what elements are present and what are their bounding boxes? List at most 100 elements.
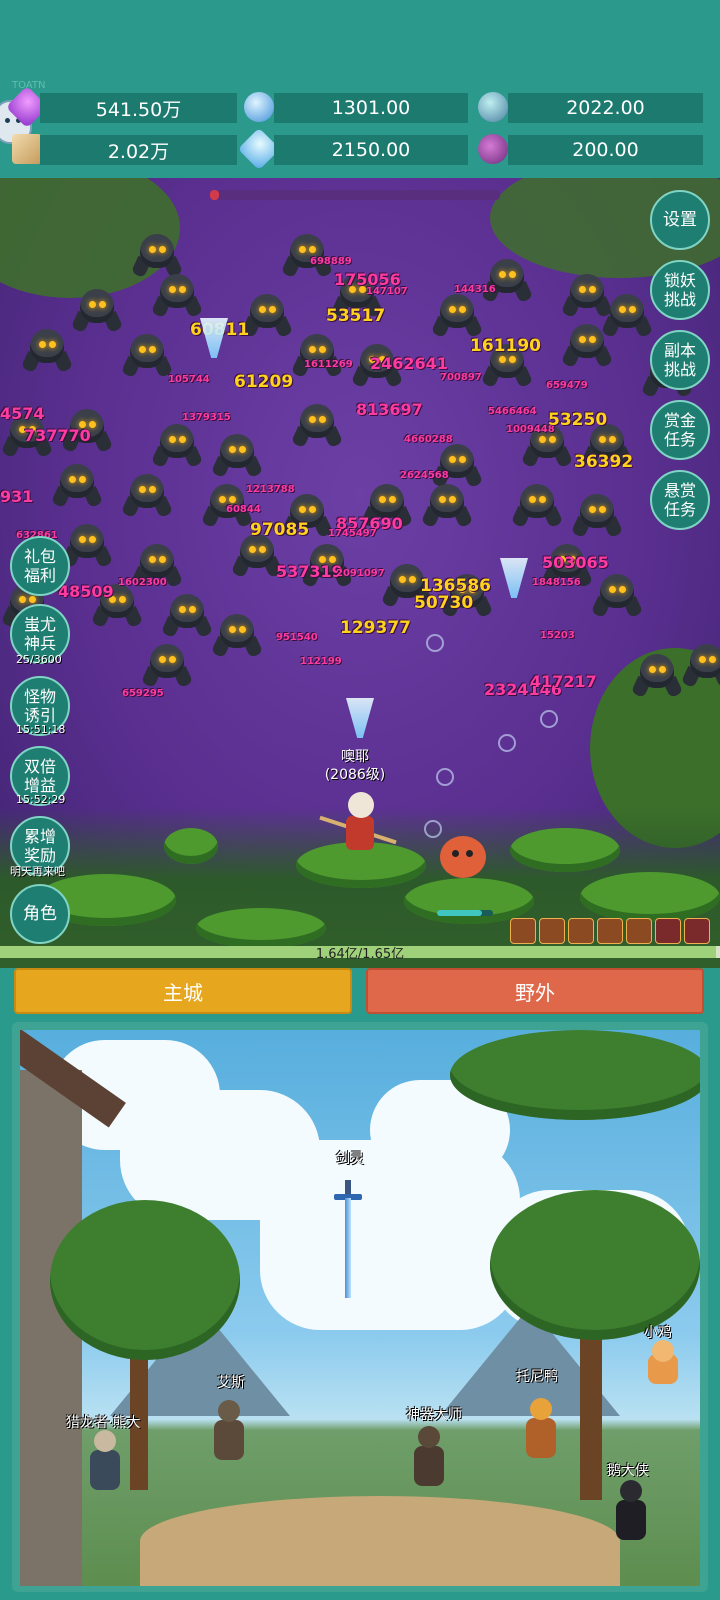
monster-body: [130, 474, 164, 508]
skill-icon[interactable]: [684, 918, 710, 944]
damage-number: 1611269: [304, 359, 353, 370]
npc-ais[interactable]: [208, 1400, 248, 1466]
double-gain-timer: 15:52:29: [16, 793, 66, 806]
battle-field[interactable]: 6988891750561471071443165351760811246264…: [0, 178, 720, 968]
damage-number: 931: [0, 487, 34, 506]
damage-number: 97085: [250, 520, 310, 540]
monster-eye: [409, 576, 416, 583]
npc-chick[interactable]: [642, 1340, 678, 1386]
character-button[interactable]: 角色: [10, 884, 70, 944]
damage-number: 50730: [414, 593, 474, 613]
monster-eye: [189, 606, 196, 613]
damage-number: 129377: [340, 618, 411, 638]
player-hp-text: 1.64亿/1.65亿: [315, 947, 405, 962]
town-panel: [12, 1022, 708, 1592]
skill-icon[interactable]: [655, 918, 681, 944]
cloud: [260, 1140, 520, 1330]
resource-gem-value: 541.50万: [40, 93, 237, 123]
skeleton-spider-monster: [70, 283, 124, 335]
npc-head: [530, 1398, 552, 1420]
sword-blade: [345, 1198, 351, 1298]
monster-eye: [509, 356, 516, 363]
damage-number: 700897: [440, 372, 482, 383]
monster-eye: [269, 306, 276, 313]
monster-eye: [379, 496, 386, 503]
npc-artifact-master[interactable]: [408, 1426, 448, 1492]
tab-wild[interactable]: 野外: [366, 968, 704, 1014]
monster-eye: [439, 496, 446, 503]
pet-energy-fill: [437, 910, 482, 916]
monster-eye: [449, 456, 456, 463]
monster-body: [430, 484, 464, 518]
hero-level: (2086级): [324, 767, 386, 783]
monster-eye: [539, 496, 546, 503]
npc-dragon-hunter[interactable]: [84, 1430, 124, 1496]
cumulative-reward-note: 明天再来吧: [10, 865, 65, 878]
monster-body: [300, 404, 334, 438]
monster-body: [30, 329, 64, 363]
sword-spirit-npc[interactable]: [334, 1180, 362, 1300]
tab-wild-label: 野外: [515, 980, 555, 1005]
tab-main-city[interactable]: 主城: [14, 968, 352, 1014]
skeleton-spider-monster: [140, 638, 194, 690]
bounty-gold-task-button[interactable]: 赏金 任务: [650, 400, 710, 460]
monster-body: [570, 324, 604, 358]
npc-goose-hero[interactable]: [610, 1480, 650, 1546]
skill-icon[interactable]: [626, 918, 652, 944]
damage-number: 659479: [546, 380, 588, 391]
monster-eye: [179, 286, 186, 293]
npc-tony-duck[interactable]: [520, 1398, 560, 1464]
monster-body: [440, 294, 474, 328]
monster-eye: [649, 666, 656, 673]
monster-eye: [239, 446, 246, 453]
monster-eye: [39, 341, 46, 348]
monster-eye: [599, 436, 606, 443]
resource-scroll-value: 2.02万: [40, 135, 237, 165]
monster-eye: [309, 346, 316, 353]
gift-welfare-button[interactable]: 礼包 福利: [10, 536, 70, 596]
monster-body: [220, 614, 254, 648]
tree: [450, 1030, 700, 1120]
skill-icon[interactable]: [568, 918, 594, 944]
character-label: 角色: [23, 903, 57, 924]
town-scene: [20, 1030, 700, 1586]
monster-body: [140, 234, 174, 268]
damage-number: 5466464: [488, 406, 537, 417]
reward-task-button[interactable]: 悬赏 任务: [650, 470, 710, 530]
skeleton-spider-monster: [290, 328, 344, 380]
dirt-path: [140, 1496, 620, 1586]
monster-body: [370, 484, 404, 518]
monster-eye: [449, 496, 456, 503]
grass-platform: [164, 828, 218, 864]
monster-eye: [399, 576, 406, 583]
monster-eye: [319, 346, 326, 353]
monster-body: [640, 654, 674, 688]
grass-platform: [580, 872, 720, 922]
chiyou-weapon-label: 蚩尤 神兵: [23, 615, 56, 653]
monster-eye: [589, 336, 596, 343]
demon-lock-label: 锁妖 挑战: [663, 271, 696, 309]
hero-body: [346, 816, 374, 850]
monster-eye: [589, 286, 596, 293]
damage-number: 1745497: [328, 528, 377, 539]
cumulative-reward-label: 累增 奖励: [23, 827, 56, 865]
settings-button[interactable]: 设置: [650, 190, 710, 250]
skill-icon[interactable]: [539, 918, 565, 944]
monster-eye: [309, 416, 316, 423]
monster-eye: [259, 546, 266, 553]
monster-eye: [159, 556, 166, 563]
dungeon-challenge-button[interactable]: 副本 挑战: [650, 330, 710, 390]
monster-eye: [69, 476, 76, 483]
monster-eye: [619, 586, 626, 593]
monster-eye: [309, 246, 316, 253]
skeleton-spider-monster: [420, 478, 474, 530]
skeleton-spider-monster: [630, 648, 684, 700]
npc-head: [620, 1480, 642, 1502]
monster-eye: [149, 346, 156, 353]
monster-eye: [229, 446, 236, 453]
skill-icon[interactable]: [510, 918, 536, 944]
npc-head: [94, 1430, 116, 1452]
demon-lock-challenge-button[interactable]: 锁妖 挑战: [650, 260, 710, 320]
damage-number: 144316: [454, 284, 496, 295]
skill-icon[interactable]: [597, 918, 623, 944]
